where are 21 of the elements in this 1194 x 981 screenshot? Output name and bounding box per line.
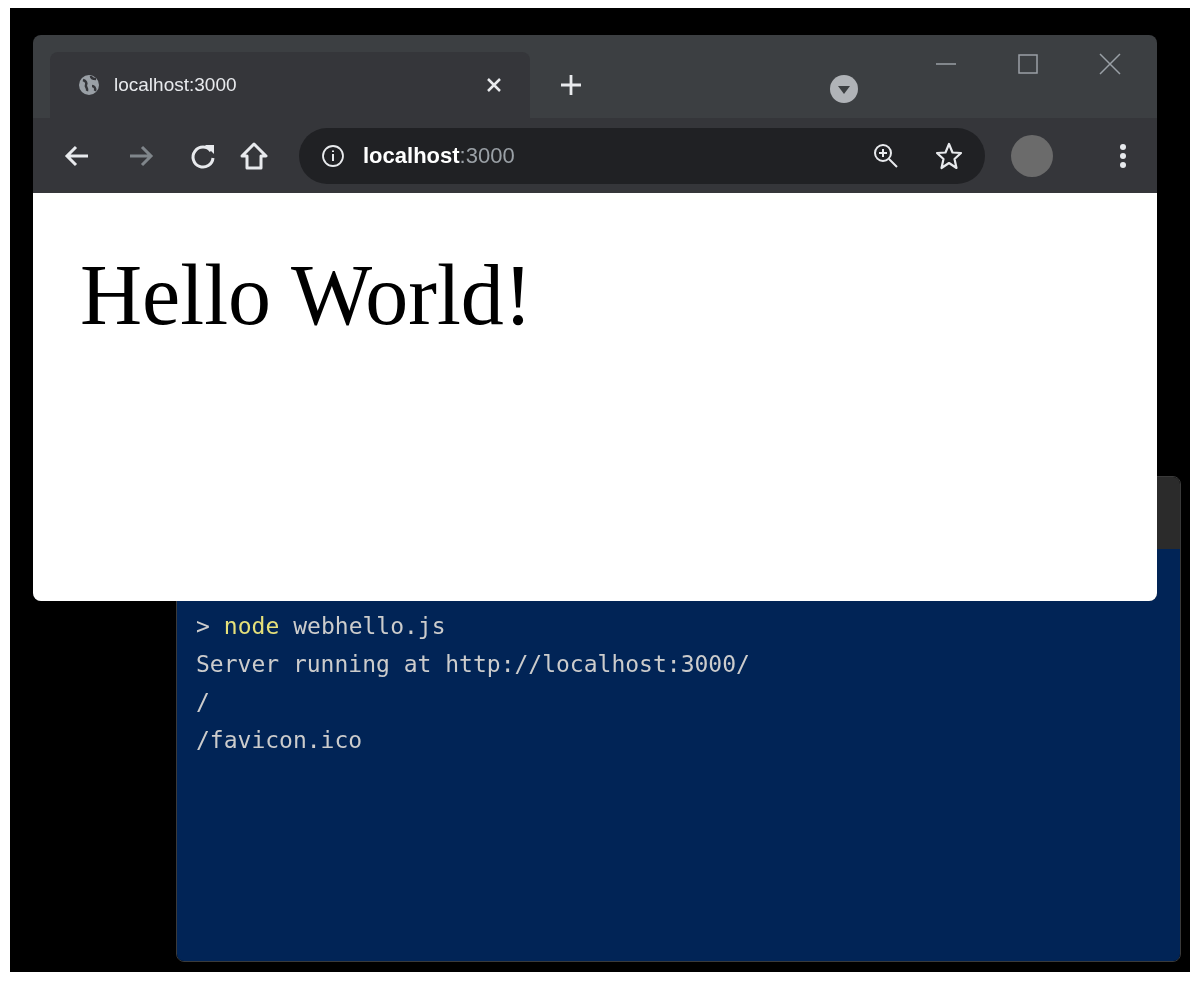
zoom-in-icon[interactable] xyxy=(873,142,899,169)
terminal-text: / xyxy=(196,688,210,717)
prompt-symbol: > xyxy=(196,612,210,641)
new-tab-icon[interactable] xyxy=(560,74,582,96)
tab-search-icon[interactable] xyxy=(830,75,858,103)
maximize-icon[interactable] xyxy=(1017,53,1039,75)
url-text: localhost:3000 xyxy=(363,142,515,170)
terminal-command: node xyxy=(223,612,280,641)
terminal-text: Server running at http://localhost:3000/ xyxy=(196,650,750,679)
info-icon[interactable] xyxy=(321,143,345,168)
star-icon[interactable] xyxy=(935,141,963,170)
close-icon[interactable] xyxy=(1099,53,1121,75)
terminal-text: /favicon.ico xyxy=(196,726,363,755)
browser-tab[interactable]: localhost:3000 xyxy=(50,52,530,118)
terminal-text: webhello.js xyxy=(293,612,446,641)
menu-icon[interactable] xyxy=(1119,142,1127,169)
page-heading: Hello World! xyxy=(80,246,534,345)
tab-title: localhost:3000 xyxy=(114,72,238,97)
address-bar[interactable]: localhost:3000 xyxy=(299,127,985,184)
home-icon[interactable] xyxy=(239,140,269,171)
globe-icon xyxy=(78,74,100,96)
